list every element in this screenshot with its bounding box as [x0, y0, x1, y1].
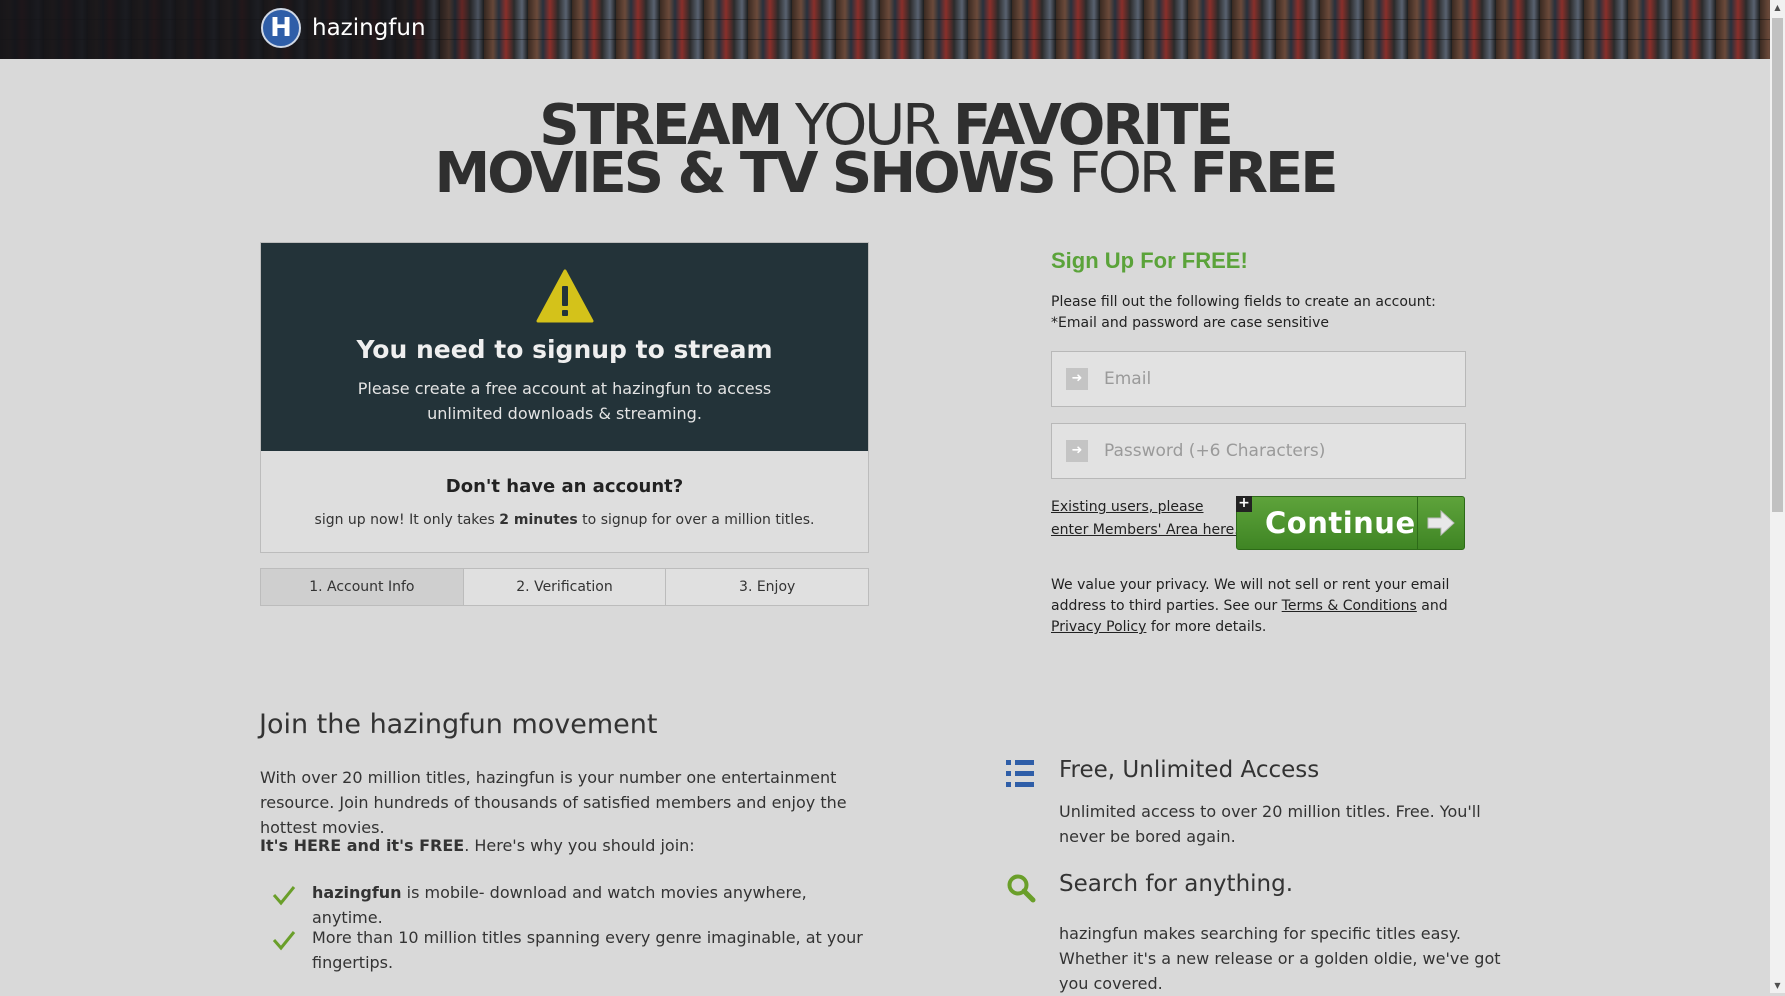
- no-account-text-end: to signup for over a million titles.: [577, 512, 815, 528]
- headline-movies: MOVIES & TV SHOWS: [434, 141, 1056, 206]
- no-account-box: Don't have an account? sign up now! It o…: [260, 451, 869, 553]
- privacy-policy-link[interactable]: Privacy Policy: [1051, 619, 1146, 635]
- password-input[interactable]: [1102, 440, 1446, 462]
- movement-text: With over 20 million titles, hazingfun i…: [260, 768, 847, 837]
- step-verification[interactable]: 2. Verification: [462, 569, 666, 605]
- privacy-text-mid: and: [1416, 598, 1448, 614]
- continue-button[interactable]: Continue: [1236, 496, 1465, 550]
- scrollbar-thumb[interactable]: [1772, 18, 1783, 512]
- headline-for: FOR: [1068, 141, 1178, 206]
- signup-steps: 1. Account Info 2. Verification 3. Enjoy: [260, 568, 869, 606]
- site-name: hazingfun: [312, 15, 426, 41]
- list-icon: [1006, 760, 1034, 787]
- why-join-bold: It's HERE and it's FREE: [260, 836, 465, 855]
- password-field[interactable]: ➜: [1051, 423, 1466, 479]
- list-item: More than 10 million titles spanning eve…: [312, 925, 872, 975]
- arrow-right-icon: ➜: [1066, 440, 1088, 462]
- feature-title: Free, Unlimited Access: [1059, 757, 1320, 783]
- terms-link[interactable]: Terms & Conditions: [1282, 598, 1417, 614]
- page-scrollbar[interactable]: ▲ ▼: [1770, 0, 1785, 993]
- headline-free: FREE: [1189, 141, 1339, 206]
- step-enjoy[interactable]: 3. Enjoy: [665, 569, 868, 605]
- checkmark-icon: [272, 886, 296, 906]
- continue-label: Continue: [1265, 506, 1416, 540]
- signup-intro: Please fill out the following fields to …: [1051, 292, 1436, 334]
- plus-icon: +: [1236, 496, 1252, 512]
- signup-title: Sign Up For FREE!: [1051, 248, 1248, 273]
- privacy-text-end: for more details.: [1146, 619, 1267, 635]
- email-input[interactable]: [1102, 368, 1446, 390]
- alert-title: You need to signup to stream: [356, 335, 773, 364]
- arrow-right-icon: ➜: [1066, 368, 1088, 390]
- movement-title: Join the hazingfun movement: [259, 709, 658, 740]
- signup-intro-line1: Please fill out the following fields to …: [1051, 294, 1436, 310]
- header-banner: H hazingfun: [0, 0, 1770, 59]
- arrow-right-icon: [1417, 497, 1464, 549]
- warning-triangle-icon: [536, 269, 594, 323]
- privacy-notice: We value your privacy. We will not sell …: [1051, 575, 1451, 638]
- scroll-up-icon[interactable]: ▲: [1770, 0, 1785, 15]
- signup-required-alert: You need to signup to stream Please crea…: [260, 242, 869, 452]
- search-icon: [1007, 874, 1036, 903]
- page-headline: STREAM YOUR FAVORITE MOVIES & TV SHOWS F…: [0, 98, 1770, 202]
- scroll-down-icon[interactable]: ▼: [1770, 978, 1785, 993]
- alert-text: Please create a free account at hazingfu…: [357, 379, 772, 423]
- no-account-text-bold: 2 minutes: [499, 512, 578, 528]
- signup-intro-line2: *Email and password are case sensitive: [1051, 315, 1329, 331]
- feature-title: Search for anything.: [1059, 871, 1294, 897]
- email-field[interactable]: ➜: [1051, 351, 1466, 407]
- why-join-rest: . Here's why you should join:: [464, 836, 695, 855]
- no-account-text: sign up now! It only takes 2 minutes to …: [261, 512, 868, 528]
- site-logo[interactable]: H hazingfun: [261, 8, 426, 48]
- existing-users-link[interactable]: Existing users, please enter Members' Ar…: [1051, 496, 1241, 542]
- list-item: hazingfun is mobile- download and watch …: [312, 880, 872, 930]
- no-account-text-start: sign up now! It only takes: [314, 512, 500, 528]
- feature-text: Unlimited access to over 20 million titl…: [1059, 802, 1481, 846]
- step-account-info[interactable]: 1. Account Info: [261, 569, 463, 605]
- checkmark-icon: [272, 931, 296, 951]
- list-item-text: More than 10 million titles spanning eve…: [312, 928, 863, 972]
- list-item-bold: hazingfun: [312, 883, 402, 902]
- no-account-title: Don't have an account?: [445, 476, 684, 497]
- why-join: It's HERE and it's FREE. Here's why you …: [260, 836, 695, 855]
- logo-badge-icon: H: [261, 8, 301, 48]
- feature-text: hazingfun makes searching for specific t…: [1059, 924, 1501, 993]
